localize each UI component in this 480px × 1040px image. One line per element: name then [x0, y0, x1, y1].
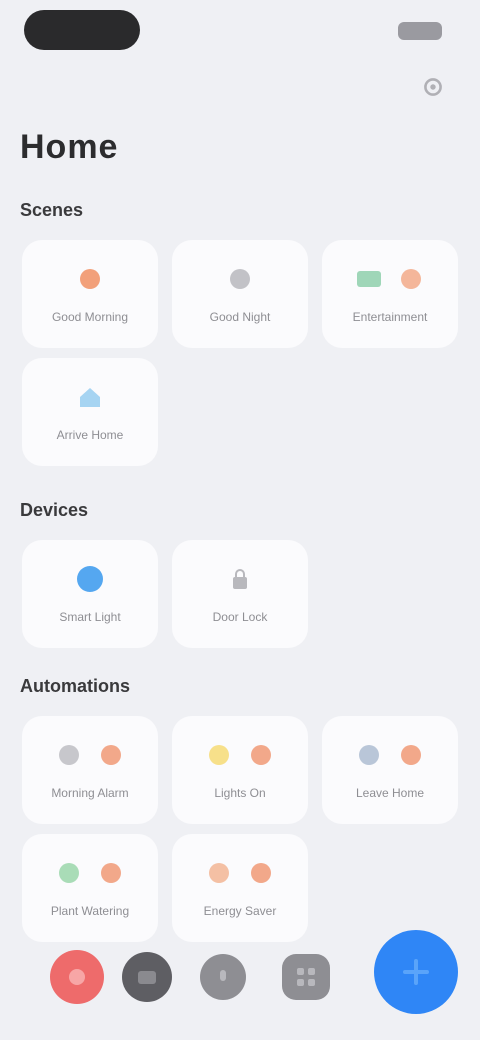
sun-icon	[209, 745, 229, 765]
bulb-icon	[77, 566, 103, 592]
arrow-icon	[101, 863, 121, 883]
section-title-scenes: Scenes	[20, 200, 84, 220]
section-title-devices: Devices	[20, 500, 89, 520]
leaf-icon	[59, 863, 79, 883]
record-button[interactable]	[50, 950, 104, 1004]
scene-card-good-night[interactable]: Good Night	[172, 240, 308, 348]
tv-icon	[357, 271, 381, 287]
arrow-icon	[251, 745, 271, 765]
card-label: Good Morning	[51, 310, 129, 324]
home-screen: Home Scenes Good Morning Good Night Ente…	[0, 0, 480, 1040]
scene-card-good-morning[interactable]: Good Morning	[22, 240, 158, 348]
sun-icon	[80, 269, 100, 289]
alarm-icon	[59, 745, 79, 765]
bolt-icon	[209, 863, 229, 883]
card-label: Door Lock	[212, 610, 268, 624]
arrow-icon	[401, 745, 421, 765]
card-label: Good Night	[209, 310, 271, 324]
status-bar	[0, 0, 480, 62]
lock-icon	[233, 569, 247, 589]
scene-card-entertainment[interactable]: Entertainment	[322, 240, 458, 348]
speaker-icon	[401, 269, 421, 289]
camera-button[interactable]	[122, 952, 172, 1002]
arrow-icon	[251, 863, 271, 883]
card-label: Morning Alarm	[51, 786, 129, 800]
scene-card-arrive-home[interactable]: Arrive Home	[22, 358, 158, 466]
device-card-smart-light[interactable]: Smart Light	[22, 540, 158, 648]
plus-icon	[403, 959, 429, 985]
mic-button[interactable]	[200, 954, 246, 1000]
page-title: Home	[20, 128, 119, 166]
card-label: Lights On	[214, 786, 266, 800]
device-card-door-lock[interactable]: Door Lock	[172, 540, 308, 648]
gear-icon	[424, 78, 442, 96]
card-label: Arrive Home	[56, 428, 124, 442]
arrow-icon	[101, 745, 121, 765]
automation-card-lights-on[interactable]: Lights On	[172, 716, 308, 824]
settings-button[interactable]	[418, 72, 448, 102]
automation-card-morning-alarm[interactable]: Morning Alarm	[22, 716, 158, 824]
person-icon	[359, 745, 379, 765]
record-icon	[69, 969, 85, 985]
card-label: Leave Home	[355, 786, 425, 800]
house-icon	[80, 388, 100, 407]
automation-card-leave-home[interactable]: Leave Home	[322, 716, 458, 824]
card-label: Smart Light	[59, 610, 121, 624]
battery-icon	[398, 22, 442, 40]
mic-icon	[220, 970, 226, 981]
time-pill	[24, 10, 140, 50]
add-button[interactable]	[374, 930, 458, 1014]
section-title-automations: Automations	[20, 676, 130, 696]
grid-button[interactable]	[282, 954, 330, 1000]
card-label: Entertainment	[352, 310, 428, 324]
camera-icon	[138, 971, 156, 984]
grid-icon	[297, 968, 315, 986]
moon-icon	[230, 269, 250, 289]
